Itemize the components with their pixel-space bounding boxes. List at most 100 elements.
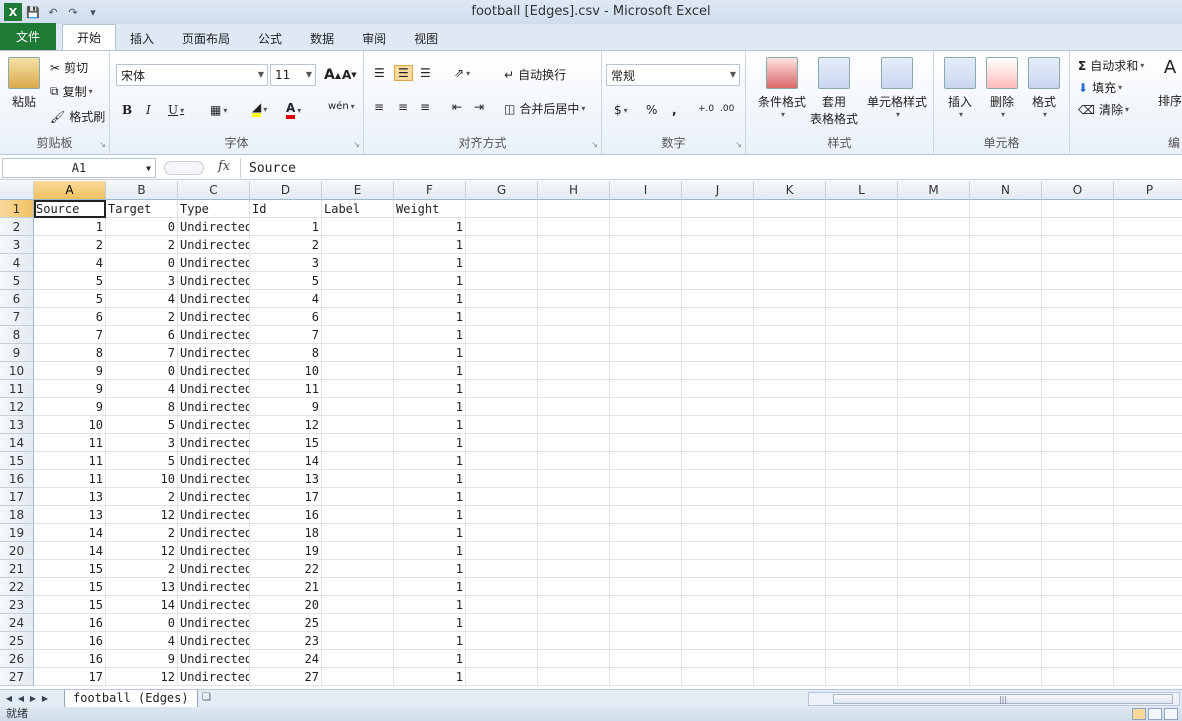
- row-header[interactable]: 19: [0, 524, 34, 542]
- empty-cell[interactable]: [1042, 506, 1114, 524]
- empty-cell[interactable]: [1114, 362, 1182, 380]
- column-header-l[interactable]: L: [826, 181, 898, 200]
- table-cell[interactable]: 2: [106, 308, 178, 326]
- table-cell[interactable]: [322, 254, 394, 272]
- empty-cell[interactable]: [826, 632, 898, 650]
- empty-cell[interactable]: [970, 578, 1042, 596]
- empty-cell[interactable]: [682, 524, 754, 542]
- empty-cell[interactable]: [970, 200, 1042, 218]
- increase-indent-icon[interactable]: ⇥: [474, 100, 484, 114]
- scrollbar-thumb[interactable]: |||: [833, 694, 1173, 704]
- font-size-combo[interactable]: 11 ▼: [270, 64, 316, 86]
- empty-cell[interactable]: [538, 272, 610, 290]
- column-header-o[interactable]: O: [1042, 181, 1114, 200]
- row-header[interactable]: 13: [0, 416, 34, 434]
- empty-cell[interactable]: [898, 434, 970, 452]
- table-cell[interactable]: 8: [106, 398, 178, 416]
- table-cell[interactable]: [322, 380, 394, 398]
- table-cell[interactable]: 2: [106, 488, 178, 506]
- delete-cells-button[interactable]: 删除 ▾: [982, 57, 1022, 119]
- alignment-launcher-icon[interactable]: ↘: [591, 140, 598, 149]
- table-cell[interactable]: 9: [250, 398, 322, 416]
- empty-cell[interactable]: [1042, 398, 1114, 416]
- table-cell[interactable]: 7: [106, 344, 178, 362]
- empty-cell[interactable]: [754, 578, 826, 596]
- empty-cell[interactable]: [466, 542, 538, 560]
- empty-cell[interactable]: [682, 434, 754, 452]
- empty-cell[interactable]: [610, 506, 682, 524]
- empty-cell[interactable]: [466, 398, 538, 416]
- clipboard-launcher-icon[interactable]: ↘: [99, 140, 106, 149]
- empty-cell[interactable]: [898, 632, 970, 650]
- empty-cell[interactable]: [754, 272, 826, 290]
- table-cell[interactable]: 1: [250, 218, 322, 236]
- empty-cell[interactable]: [1042, 560, 1114, 578]
- empty-cell[interactable]: [1042, 344, 1114, 362]
- empty-cell[interactable]: [754, 668, 826, 686]
- empty-cell[interactable]: [538, 290, 610, 308]
- empty-cell[interactable]: [682, 614, 754, 632]
- table-cell[interactable]: 14: [250, 452, 322, 470]
- empty-cell[interactable]: [1042, 290, 1114, 308]
- empty-cell[interactable]: [1042, 452, 1114, 470]
- empty-cell[interactable]: [754, 380, 826, 398]
- table-cell[interactable]: 16: [34, 650, 106, 668]
- empty-cell[interactable]: [466, 524, 538, 542]
- table-cell[interactable]: 5: [106, 452, 178, 470]
- table-cell[interactable]: [322, 542, 394, 560]
- empty-cell[interactable]: [898, 506, 970, 524]
- table-cell[interactable]: Undirected: [178, 380, 250, 398]
- table-cell[interactable]: 0: [106, 614, 178, 632]
- select-all-corner[interactable]: [0, 181, 34, 200]
- empty-cell[interactable]: [826, 362, 898, 380]
- empty-cell[interactable]: [538, 362, 610, 380]
- align-right-icon[interactable]: ≡: [420, 100, 430, 114]
- empty-cell[interactable]: [610, 650, 682, 668]
- empty-cell[interactable]: [754, 488, 826, 506]
- table-cell[interactable]: [322, 452, 394, 470]
- empty-cell[interactable]: [826, 380, 898, 398]
- empty-cell[interactable]: [1042, 362, 1114, 380]
- empty-cell[interactable]: [898, 470, 970, 488]
- formula-bar-splitter[interactable]: [164, 161, 204, 175]
- table-cell[interactable]: Undirected: [178, 326, 250, 344]
- table-cell[interactable]: 15: [250, 434, 322, 452]
- empty-cell[interactable]: [466, 632, 538, 650]
- row-header[interactable]: 17: [0, 488, 34, 506]
- empty-cell[interactable]: [610, 596, 682, 614]
- table-cell[interactable]: Undirected: [178, 578, 250, 596]
- empty-cell[interactable]: [1042, 524, 1114, 542]
- table-cell[interactable]: 1: [394, 650, 466, 668]
- table-cell[interactable]: 9: [34, 362, 106, 380]
- empty-cell[interactable]: [466, 380, 538, 398]
- table-cell[interactable]: [322, 632, 394, 650]
- empty-cell[interactable]: [898, 380, 970, 398]
- table-cell[interactable]: 1: [394, 632, 466, 650]
- table-cell[interactable]: 6: [250, 308, 322, 326]
- table-cell[interactable]: Undirected: [178, 218, 250, 236]
- empty-cell[interactable]: [538, 452, 610, 470]
- table-cell[interactable]: Undirected: [178, 434, 250, 452]
- table-cell[interactable]: Undirected: [178, 632, 250, 650]
- header-cell[interactable]: Id: [250, 200, 322, 218]
- empty-cell[interactable]: [1114, 308, 1182, 326]
- empty-cell[interactable]: [826, 398, 898, 416]
- empty-cell[interactable]: [610, 488, 682, 506]
- table-cell[interactable]: 12: [106, 506, 178, 524]
- table-cell[interactable]: [322, 272, 394, 290]
- header-cell[interactable]: Source: [34, 200, 106, 218]
- empty-cell[interactable]: [826, 434, 898, 452]
- page-break-view-icon[interactable]: [1164, 708, 1178, 720]
- empty-cell[interactable]: [826, 290, 898, 308]
- sort-filter-button[interactable]: A 排序: [1158, 57, 1182, 109]
- table-cell[interactable]: [322, 362, 394, 380]
- table-cell[interactable]: Undirected: [178, 290, 250, 308]
- table-cell[interactable]: 4: [250, 290, 322, 308]
- empty-cell[interactable]: [538, 488, 610, 506]
- table-cell[interactable]: 9: [34, 380, 106, 398]
- table-cell[interactable]: Undirected: [178, 398, 250, 416]
- empty-cell[interactable]: [898, 326, 970, 344]
- empty-cell[interactable]: [1114, 290, 1182, 308]
- table-cell[interactable]: 12: [106, 668, 178, 686]
- formula-input[interactable]: Source: [240, 158, 1180, 178]
